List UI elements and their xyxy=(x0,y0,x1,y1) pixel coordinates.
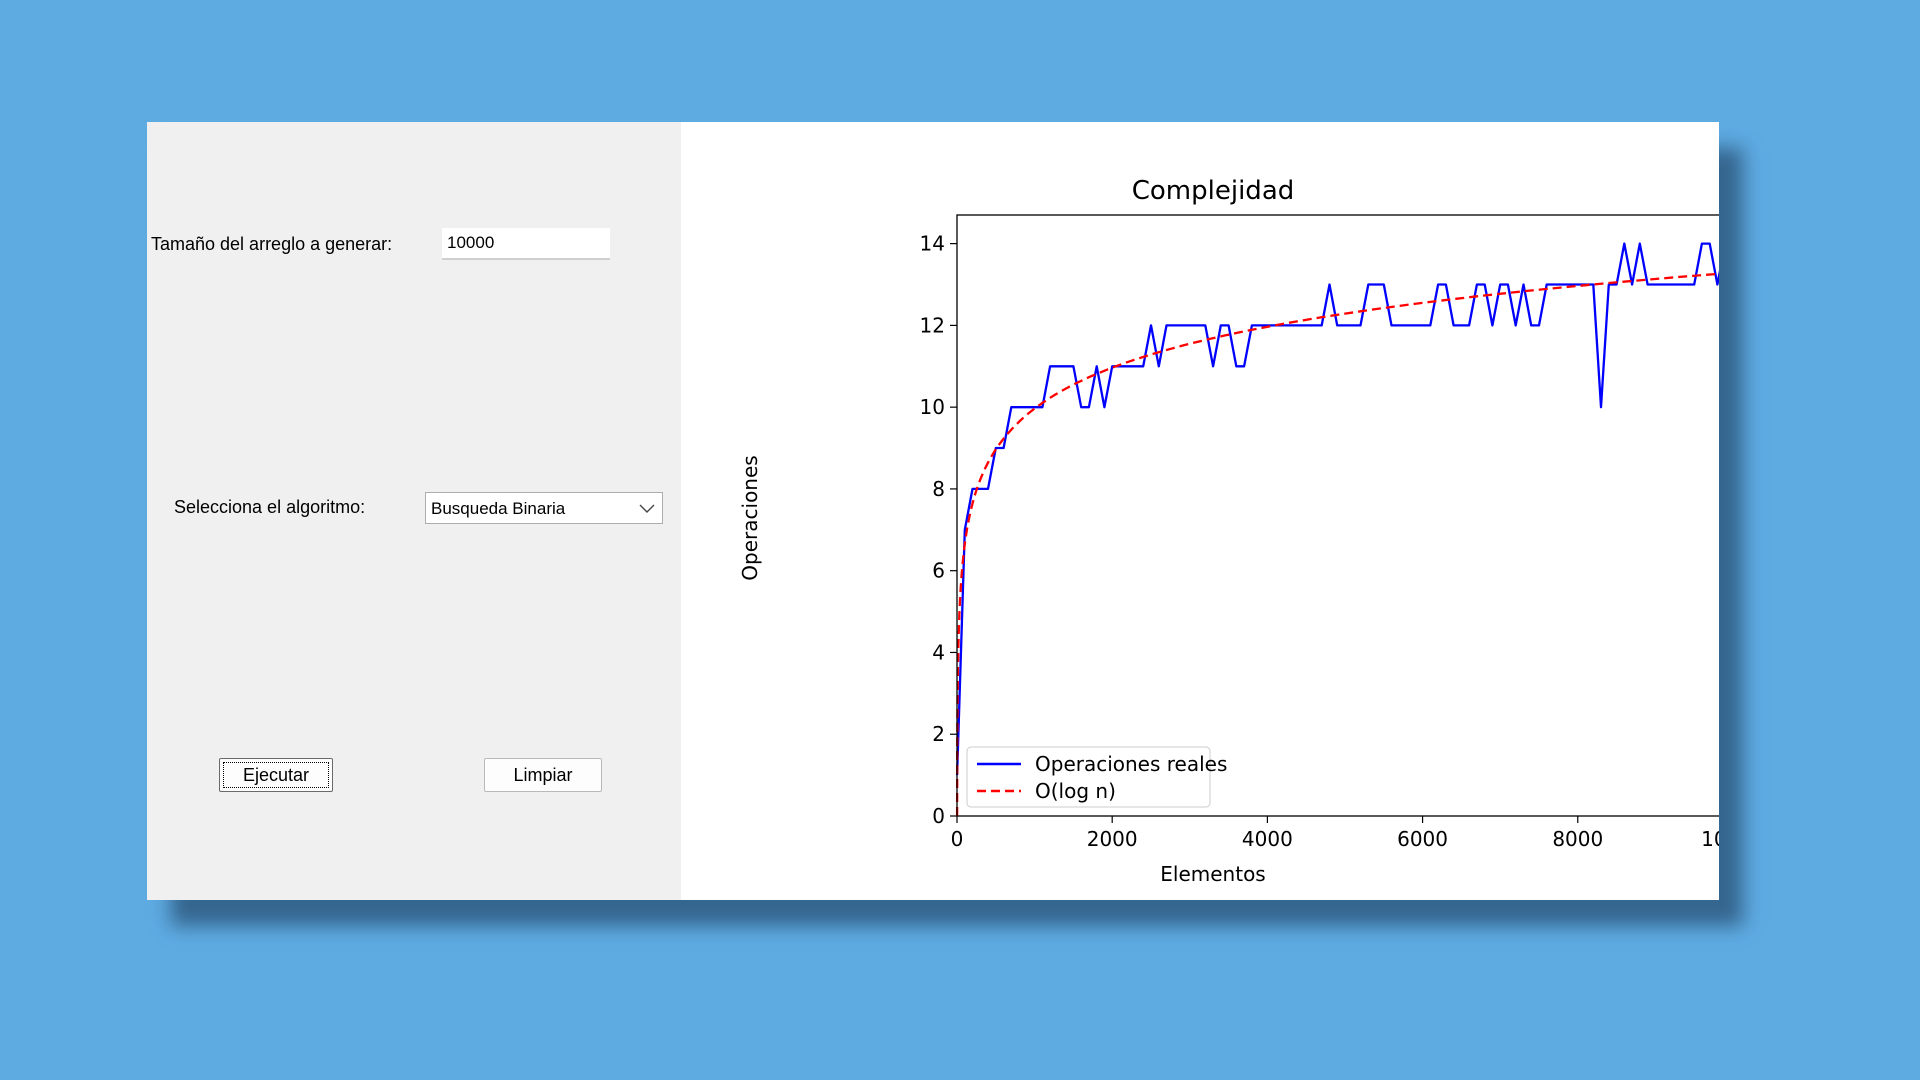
app-window: Tamaño del arreglo a generar: Selecciona… xyxy=(147,122,1719,900)
y-axis-ticks: 0 2 4 6 8 10 12 14 xyxy=(920,232,957,828)
y-tick-label: 14 xyxy=(920,232,945,256)
x-tick-label: 6000 xyxy=(1397,827,1448,851)
y-tick-label: 4 xyxy=(932,640,945,664)
x-axis-ticks: 0 2000 4000 6000 8000 10000 xyxy=(951,816,1719,851)
chevron-down-icon xyxy=(639,504,655,513)
x-tick-label: 0 xyxy=(951,827,964,851)
x-tick-label: 2000 xyxy=(1087,827,1138,851)
algorithm-select[interactable]: Busqueda Binaria xyxy=(425,492,663,524)
control-panel: Tamaño del arreglo a generar: Selecciona… xyxy=(147,122,681,900)
x-tick-label: 10000 xyxy=(1701,827,1719,851)
clear-button[interactable]: Limpiar xyxy=(484,758,602,792)
run-button[interactable]: Ejecutar xyxy=(219,758,333,792)
array-size-input[interactable] xyxy=(442,228,610,260)
series-layer xyxy=(955,242,1719,817)
y-tick-label: 8 xyxy=(932,477,945,501)
plot-frame xyxy=(956,214,1719,817)
clear-button-label: Limpiar xyxy=(513,765,573,785)
complexity-chart: Complejidad Elementos Operaciones 0 2000 4… xyxy=(738,176,1719,886)
y-axis-label: Operaciones xyxy=(738,455,762,580)
chart-area: Complejidad Elementos Operaciones 0 2000 4… xyxy=(681,122,1719,900)
y-tick-label: 0 xyxy=(932,804,945,828)
focus-ring xyxy=(223,762,329,788)
algorithm-selected-value: Busqueda Binaria xyxy=(431,499,566,518)
y-tick-label: 10 xyxy=(920,395,945,419)
series-line-real-operations xyxy=(955,242,1719,776)
x-tick-label: 8000 xyxy=(1552,827,1603,851)
x-axis-label: Elementos xyxy=(1160,862,1265,886)
y-tick-label: 12 xyxy=(920,313,945,337)
array-size-label: Tamaño del arreglo a generar: xyxy=(151,234,393,254)
y-tick-label: 6 xyxy=(932,559,945,583)
legend-label-expected: O(log n) xyxy=(1035,779,1116,803)
legend-label-real: Operaciones reales xyxy=(1035,752,1227,776)
algorithm-label: Selecciona el algoritmo: xyxy=(174,497,366,517)
y-tick-label: 2 xyxy=(932,722,945,746)
legend: Operaciones reales O(log n) xyxy=(966,746,1227,808)
chart-title: Complejidad xyxy=(1132,176,1295,206)
x-tick-label: 4000 xyxy=(1242,827,1293,851)
